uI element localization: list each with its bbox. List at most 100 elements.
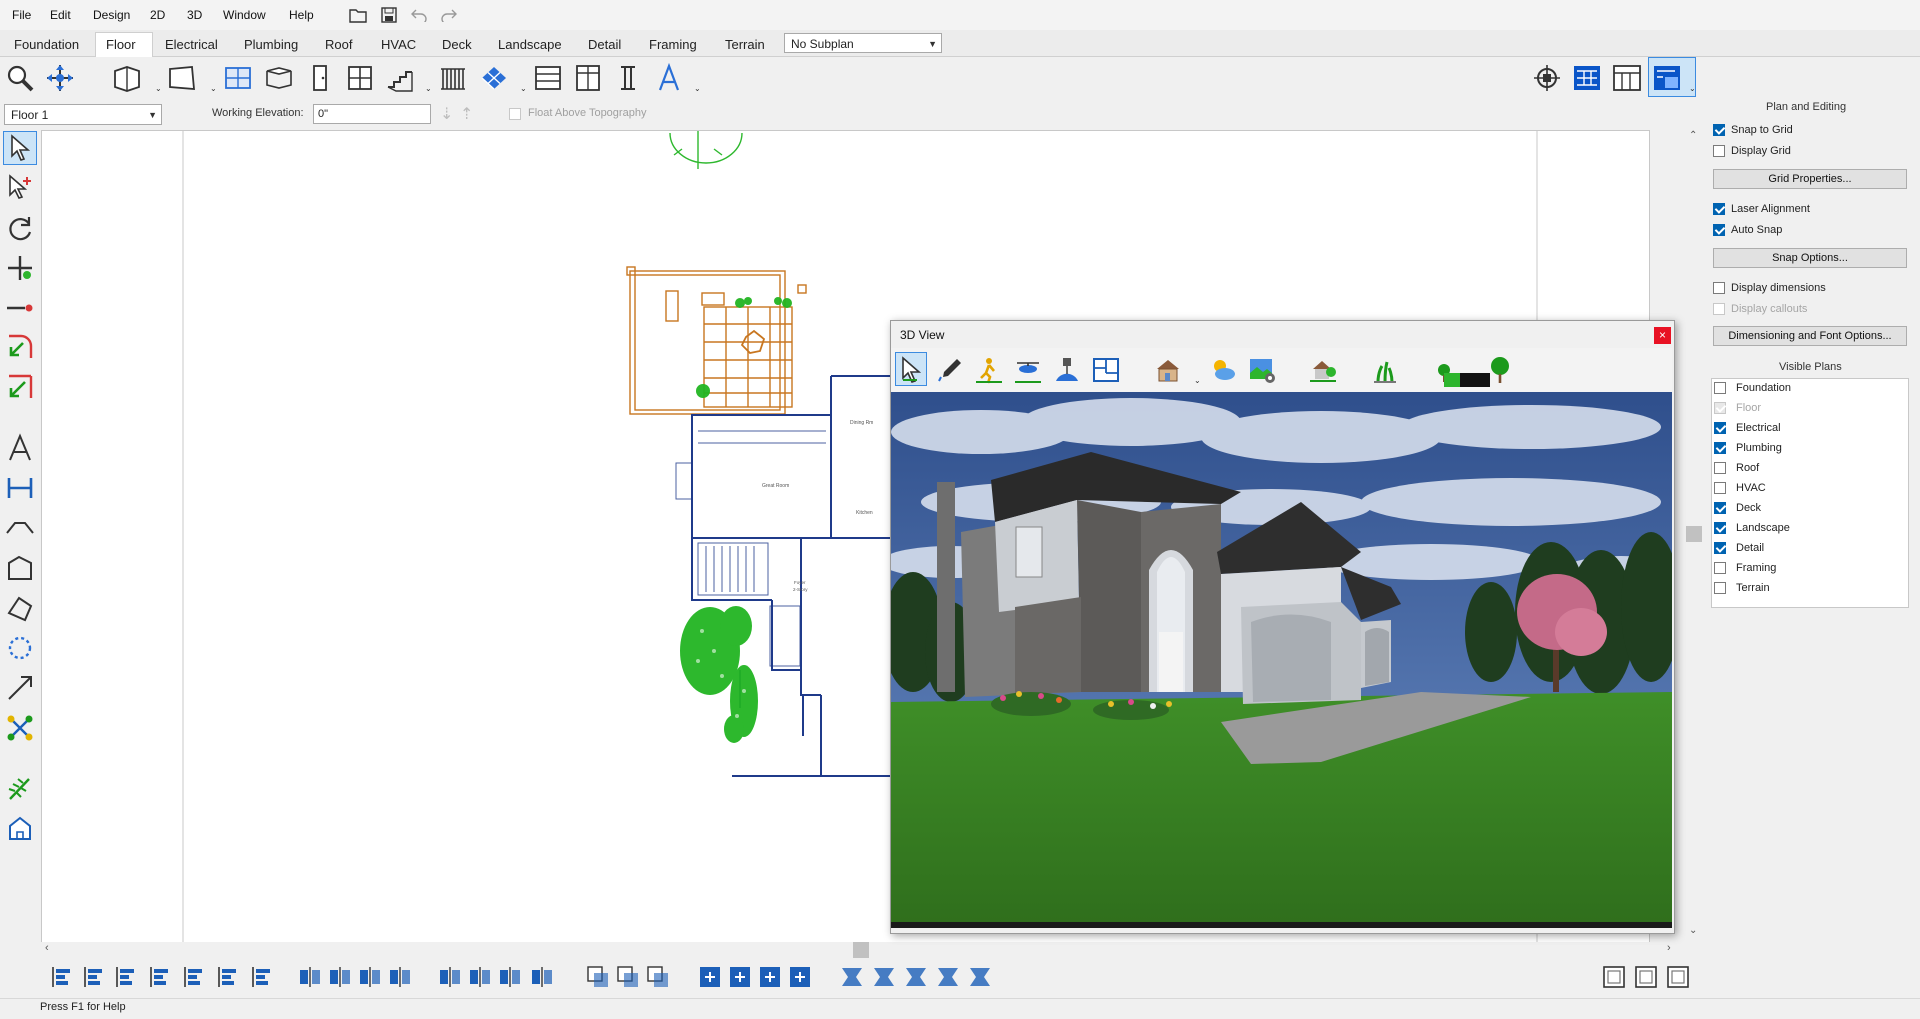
house-view-icon[interactable] xyxy=(1151,353,1185,387)
visible-plan-checkbox-detail[interactable] xyxy=(1714,542,1726,554)
mirror-vertical-icon[interactable] xyxy=(966,963,994,991)
align-top-icon[interactable] xyxy=(180,963,208,991)
walkthrough-icon[interactable] xyxy=(972,353,1006,387)
room-tool-icon[interactable] xyxy=(165,61,199,95)
plant-tool-icon[interactable] xyxy=(4,772,36,804)
dotted-circle-icon[interactable] xyxy=(4,632,36,664)
visible-plan-checkbox-electrical[interactable] xyxy=(1714,422,1726,434)
floor-select[interactable]: Floor 1 ▼ xyxy=(4,104,162,125)
stairs-tool-icon[interactable] xyxy=(383,61,417,95)
menu-3d[interactable]: 3D xyxy=(187,8,202,22)
wall-tool-icon[interactable] xyxy=(110,61,144,95)
display-dimensions-checkbox[interactable] xyxy=(1713,282,1725,294)
sky-weather-icon[interactable] xyxy=(1206,353,1240,387)
visible-plan-checkbox-framing[interactable] xyxy=(1714,562,1726,574)
visible-plan-checkbox-foundation[interactable] xyxy=(1714,382,1726,394)
copy-icon[interactable] xyxy=(838,963,866,991)
align-center-icon[interactable] xyxy=(80,963,108,991)
select-3d-arrow-icon[interactable] xyxy=(895,353,929,387)
float-above-checkbox[interactable] xyxy=(509,108,521,120)
menu-file[interactable]: File xyxy=(12,8,31,22)
align-right-icon[interactable] xyxy=(112,963,140,991)
visible-plan-checkbox-hvac[interactable] xyxy=(1714,482,1726,494)
auto-snap-checkbox[interactable] xyxy=(1713,224,1725,236)
landscape-scene-icon[interactable] xyxy=(1306,353,1340,387)
chevron-down-icon[interactable]: ⌄ xyxy=(1194,376,1201,385)
shelf-tool-icon[interactable] xyxy=(531,61,565,95)
flooring-tool-icon[interactable] xyxy=(477,61,511,95)
spacing-dimension-icon[interactable] xyxy=(528,963,556,991)
center-view-icon[interactable] xyxy=(1530,61,1564,95)
snap-options-button[interactable]: Snap Options... xyxy=(1713,248,1907,268)
scene-settings-icon[interactable] xyxy=(1245,353,1279,387)
vertical-scrollbar[interactable]: ⌃ ⌄ xyxy=(1686,130,1702,942)
landscape-house-icon[interactable] xyxy=(4,812,36,844)
display-grid-checkbox[interactable] xyxy=(1713,145,1725,157)
laser-alignment-checkbox[interactable] xyxy=(1713,203,1725,215)
eyedropper-icon[interactable] xyxy=(933,353,967,387)
visible-plan-checkbox-deck[interactable] xyxy=(1714,502,1726,514)
tab-terrain[interactable]: Terrain xyxy=(725,37,765,52)
open-folder-icon[interactable] xyxy=(347,4,369,26)
distribute-vertical-icon[interactable] xyxy=(356,963,384,991)
working-elevation-input[interactable]: 0" xyxy=(313,104,431,124)
plan-view-icon[interactable] xyxy=(1570,61,1604,95)
chevron-down-icon[interactable]: ⌄ xyxy=(155,84,162,93)
large-tree-icon[interactable] xyxy=(1483,353,1517,387)
close-button[interactable]: × xyxy=(1654,327,1671,344)
extend-lines-icon[interactable] xyxy=(4,370,36,402)
undo-icon[interactable] xyxy=(408,4,430,26)
elevation-down-icon[interactable]: ⇣ xyxy=(440,104,453,124)
nodes-icon[interactable] xyxy=(4,712,36,744)
split-view-icon[interactable] xyxy=(1650,61,1684,95)
chevron-down-icon[interactable]: ⌄ xyxy=(1689,84,1696,93)
plan-overlay-icon[interactable] xyxy=(1089,353,1123,387)
tab-hvac[interactable]: HVAC xyxy=(381,37,416,52)
tab-roof[interactable]: Roof xyxy=(325,37,352,52)
plants-icon[interactable] xyxy=(1368,353,1402,387)
stack-top-icon[interactable] xyxy=(496,963,524,991)
multi-select-icon[interactable] xyxy=(4,172,36,204)
distribute-gap-icon[interactable] xyxy=(326,963,354,991)
display-callouts-checkbox[interactable] xyxy=(1713,303,1725,315)
flip-vertical-icon[interactable] xyxy=(902,963,930,991)
chevron-down-icon[interactable]: ⌄ xyxy=(1689,925,1697,936)
cabinet-tool-icon[interactable] xyxy=(262,61,296,95)
appliance-tool-icon[interactable] xyxy=(571,61,605,95)
flyover-icon[interactable] xyxy=(1011,353,1045,387)
layout-view-icon[interactable] xyxy=(1610,61,1644,95)
align-left-icon[interactable] xyxy=(48,963,76,991)
select-arrow-icon[interactable] xyxy=(4,132,36,164)
menu-edit[interactable]: Edit xyxy=(50,8,71,22)
text-tool-icon[interactable] xyxy=(652,61,686,95)
railing-tool-icon[interactable] xyxy=(436,61,470,95)
elevation-up-icon[interactable]: ⇡ xyxy=(460,104,473,124)
fit-both-icon[interactable] xyxy=(756,963,784,991)
horizontal-scrollbar[interactable]: ‹ › xyxy=(41,942,1686,958)
spacing-question-icon[interactable] xyxy=(386,963,414,991)
group-up-icon[interactable] xyxy=(614,963,642,991)
group-move-icon[interactable] xyxy=(644,963,672,991)
stack-left-icon[interactable] xyxy=(436,963,464,991)
redo-icon[interactable] xyxy=(438,4,460,26)
frame-icon[interactable] xyxy=(1600,963,1628,991)
mirror-icon[interactable] xyxy=(934,963,962,991)
window-tool-icon[interactable] xyxy=(343,61,377,95)
fit-all-icon[interactable] xyxy=(786,963,814,991)
tab-foundation[interactable]: Foundation xyxy=(14,37,79,52)
break-icon[interactable] xyxy=(4,512,36,544)
save-icon[interactable] xyxy=(378,4,400,26)
pan-icon[interactable] xyxy=(43,61,77,95)
frame-fit-icon[interactable] xyxy=(1664,963,1692,991)
tab-landscape[interactable]: Landscape xyxy=(498,37,562,52)
flip-icon[interactable] xyxy=(870,963,898,991)
chevron-down-icon[interactable]: ⌄ xyxy=(694,84,701,93)
dimensioning-font-options-button[interactable]: Dimensioning and Font Options... xyxy=(1713,326,1907,346)
door-tool-icon[interactable] xyxy=(303,61,337,95)
zoom-icon[interactable] xyxy=(3,61,37,95)
chevron-down-icon[interactable]: ⌄ xyxy=(425,84,432,93)
shape-icon[interactable] xyxy=(4,592,36,624)
arrow-line-icon[interactable] xyxy=(4,672,36,704)
stack-right-icon[interactable] xyxy=(466,963,494,991)
tab-floor[interactable]: Floor xyxy=(106,37,136,52)
